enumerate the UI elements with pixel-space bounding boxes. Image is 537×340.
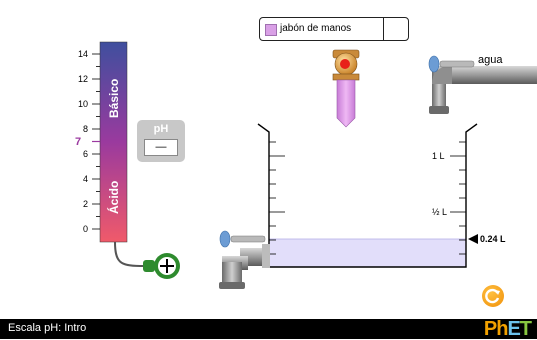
- beaker-mark-1l: 1 L: [432, 151, 445, 161]
- ph-meter-title: pH: [153, 123, 169, 135]
- reset-icon: [485, 288, 500, 304]
- simulation-stage: 14 12 10 8 6 4 2 0 7 Básico Ácido pH — j…: [0, 0, 537, 339]
- ph-neutral-marker: 7: [75, 136, 82, 148]
- solute-dropper[interactable]: [332, 49, 360, 128]
- reset-all-button[interactable]: [482, 285, 504, 307]
- beaker-liquid: [268, 238, 467, 268]
- ph-tick-label: 6: [82, 149, 88, 159]
- scene-graphics: [92, 25, 537, 289]
- beaker-mark-half-l: ½ L: [432, 207, 448, 217]
- ph-tick-label: 4: [82, 174, 88, 184]
- ph-tick-label: 12: [77, 74, 88, 84]
- dropper-button-icon: [340, 59, 350, 69]
- ph-meter-display: pH —: [137, 120, 185, 162]
- ph-tick-label: 8: [82, 124, 88, 134]
- ph-meter-value: —: [144, 139, 178, 156]
- water-faucet-label: agua: [478, 54, 503, 66]
- volume-readout: 0.24 L: [480, 234, 506, 244]
- ph-probe[interactable]: [143, 253, 180, 279]
- drain-faucet[interactable]: [219, 230, 270, 289]
- solute-selected-label: jabón de manos: [280, 23, 352, 34]
- volume-pointer-icon: [468, 234, 478, 244]
- ph-tick-label: 2: [82, 199, 88, 209]
- solute-dropdown-button[interactable]: [383, 18, 408, 40]
- ph-tick-label: 0: [82, 224, 88, 234]
- footer-bar: Escala pH: Intro PhET: [0, 319, 537, 339]
- solute-color-swatch: [265, 24, 277, 36]
- ph-scale-basic-label: Básico: [107, 78, 121, 118]
- ph-tick-label: 10: [77, 99, 88, 109]
- sim-title: Escala pH: Intro: [8, 322, 87, 334]
- solute-selector[interactable]: jabón de manos: [259, 17, 409, 41]
- ph-tick-label: 14: [77, 49, 88, 59]
- ph-scale-acidic-label: Ácido: [107, 180, 121, 214]
- phet-logo[interactable]: PhET: [484, 319, 532, 339]
